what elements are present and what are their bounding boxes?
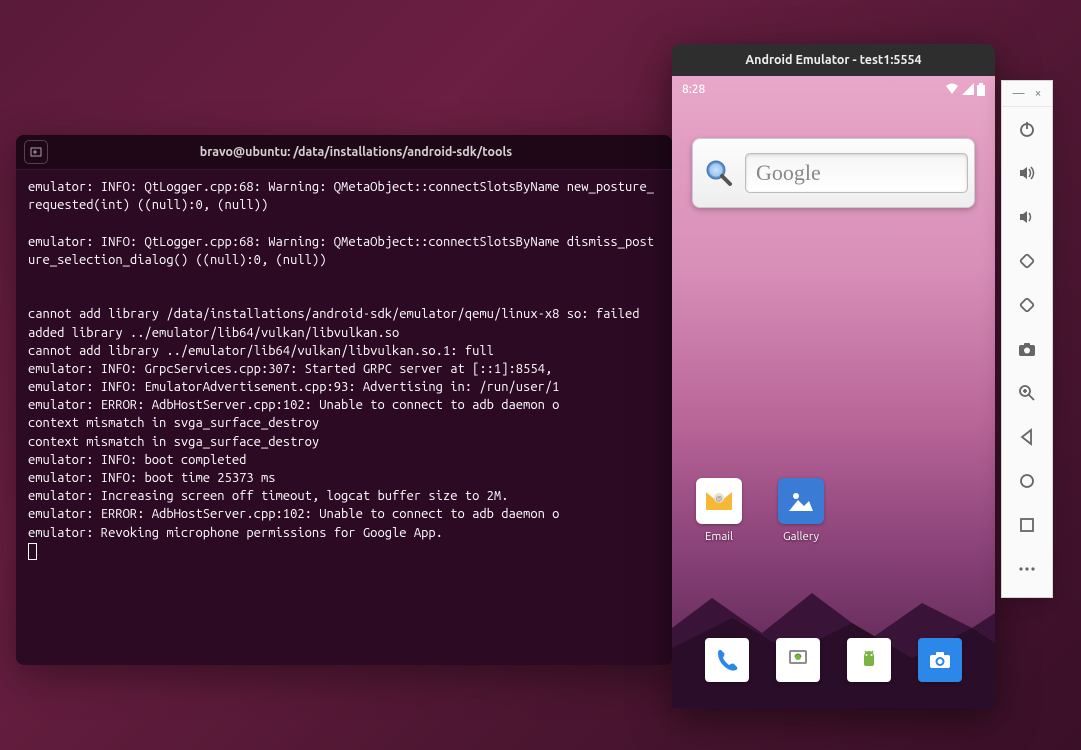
gallery-icon [778, 478, 824, 524]
screenshot-button[interactable] [1002, 327, 1052, 371]
home-app-row: @ Email Gallery [692, 478, 828, 543]
wifi-icon [945, 83, 959, 95]
app-camera[interactable] [913, 638, 967, 682]
app-phone[interactable] [700, 638, 754, 682]
google-search-widget[interactable]: Google [692, 138, 975, 208]
emulator-titlebar[interactable]: Android Emulator - test1:5554 [672, 44, 995, 76]
terminal-title: bravo@ubuntu: /data/installations/androi… [48, 145, 664, 159]
app-messages[interactable] [771, 638, 825, 682]
rotate-left-button[interactable] [1002, 239, 1052, 283]
android-icon [847, 638, 891, 682]
emulator-screen[interactable]: 8:28 Google @ [672, 76, 995, 708]
status-bar: 8:28 [672, 76, 995, 102]
new-tab-button[interactable] [24, 140, 48, 164]
app-email[interactable]: @ Email [692, 478, 746, 543]
svg-text:@: @ [716, 495, 723, 503]
zoom-button[interactable] [1002, 371, 1052, 415]
app-label: Email [705, 530, 733, 543]
power-button[interactable] [1002, 107, 1052, 151]
app-gallery[interactable]: Gallery [774, 478, 828, 543]
emulator-window: Android Emulator - test1:5554 8:28 [672, 44, 995, 708]
email-icon: @ [696, 478, 742, 524]
desktop: bravo@ubuntu: /data/installations/androi… [0, 0, 1081, 750]
home-button[interactable] [1002, 459, 1052, 503]
overview-button[interactable] [1002, 503, 1052, 547]
app-label: Gallery [783, 530, 819, 543]
favorites-row [692, 638, 975, 682]
phone-icon [705, 638, 749, 682]
camera-icon [918, 638, 962, 682]
terminal-output[interactable]: emulator: INFO: QtLogger.cpp:68: Warning… [16, 170, 672, 568]
close-button[interactable]: × [1035, 87, 1042, 100]
clock: 8:28 [682, 83, 705, 96]
emulator-toolbar: — × [1001, 80, 1053, 598]
more-button[interactable] [1002, 547, 1052, 591]
terminal-window: bravo@ubuntu: /data/installations/androi… [16, 135, 672, 665]
search-input[interactable]: Google [745, 153, 968, 193]
volume-down-button[interactable] [1002, 195, 1052, 239]
minimize-button[interactable]: — [1013, 87, 1025, 100]
back-button[interactable] [1002, 415, 1052, 459]
signal-icon [962, 83, 974, 95]
rotate-right-button[interactable] [1002, 283, 1052, 327]
messages-icon [776, 638, 820, 682]
volume-up-button[interactable] [1002, 151, 1052, 195]
emulator-title: Android Emulator - test1:5554 [745, 53, 921, 67]
cursor-icon [28, 543, 37, 560]
terminal-titlebar[interactable]: bravo@ubuntu: /data/installations/androi… [16, 135, 672, 170]
battery-icon [977, 83, 985, 96]
search-icon [699, 153, 739, 193]
search-placeholder: Google [756, 160, 821, 186]
app-android[interactable] [842, 638, 896, 682]
